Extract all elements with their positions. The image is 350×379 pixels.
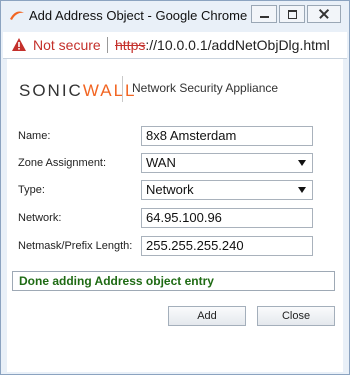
minimize-icon[interactable] <box>251 5 277 23</box>
address-bar[interactable]: Not secure https://10.0.0.1/addNetObjDlg… <box>3 32 347 59</box>
network-label: Network: <box>18 212 62 224</box>
netmask-label: Netmask/Prefix Length: <box>18 240 133 252</box>
zone-label: Zone Assignment: <box>18 157 107 169</box>
name-input[interactable]: 8x8 Amsterdam <box>141 126 313 146</box>
url-path: ://10.0.0.1/addNetObjDlg.html <box>145 37 330 53</box>
type-select[interactable]: Network <box>141 180 313 200</box>
maximize-icon[interactable] <box>279 5 305 23</box>
chevron-down-icon <box>298 160 306 166</box>
type-select-value: Network <box>146 182 194 197</box>
brand-divider <box>122 76 123 102</box>
sonicwall-swoosh-icon <box>9 9 25 23</box>
url-protocol: https <box>115 37 146 53</box>
netmask-input[interactable]: 255.255.255.240 <box>141 236 313 256</box>
name-label: Name: <box>18 130 51 142</box>
url-text[interactable]: https://10.0.0.1/addNetObjDlg.html <box>115 37 330 53</box>
browser-window: Add Address Object - Google Chrome Not s… <box>0 0 350 375</box>
brand-subtitle: Network Security Appliance <box>132 81 279 95</box>
logo-right-text: WALL <box>82 81 137 100</box>
window-title: Add Address Object - Google Chrome <box>29 8 248 23</box>
add-button[interactable]: Add <box>168 306 246 326</box>
warning-icon <box>11 37 27 52</box>
chevron-down-icon <box>298 187 306 193</box>
sonicwall-logo: SONICWALL <box>19 81 137 101</box>
status-box: Done adding Address object entry <box>12 271 335 291</box>
dialog-content: SONICWALL Network Security Appliance Nam… <box>7 59 343 372</box>
title-bar[interactable]: Add Address Object - Google Chrome <box>1 1 349 31</box>
zone-select-value: WAN <box>146 155 176 170</box>
address-separator <box>107 37 108 53</box>
network-input[interactable]: 64.95.100.96 <box>141 208 313 228</box>
status-message: Done adding Address object entry <box>19 274 214 288</box>
type-label: Type: <box>18 184 45 196</box>
close-button[interactable]: Close <box>257 306 335 326</box>
logo-left-text: SONIC <box>19 81 83 100</box>
security-indicator[interactable]: Not secure <box>33 37 101 53</box>
zone-select[interactable]: WAN <box>141 153 313 173</box>
close-icon[interactable] <box>307 5 341 23</box>
